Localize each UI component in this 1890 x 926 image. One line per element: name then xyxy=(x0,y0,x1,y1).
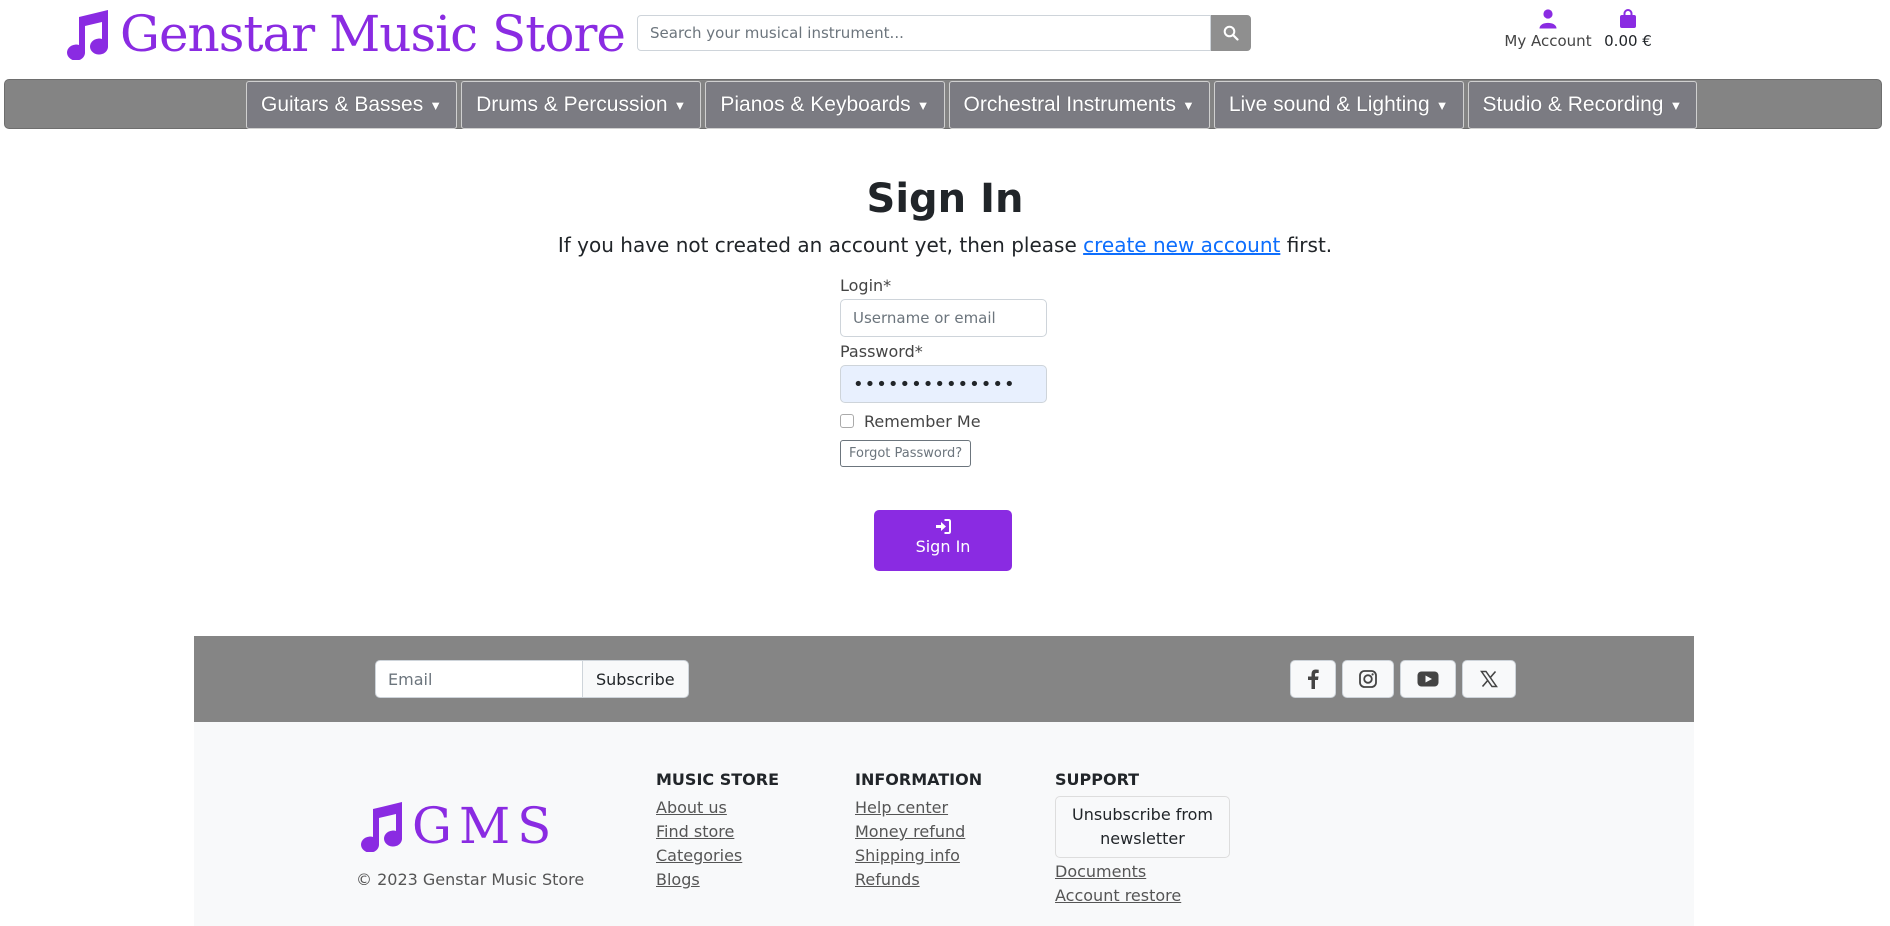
footer-heading: SUPPORT xyxy=(1055,770,1140,789)
caret-down-icon: ▼ xyxy=(673,97,687,113)
footer-col-support: SUPPORT Unsubscribe from newsletter Docu… xyxy=(1055,770,1230,908)
user-icon xyxy=(1539,9,1557,29)
caret-down-icon: ▼ xyxy=(916,97,930,113)
remember-me-checkbox[interactable] xyxy=(840,414,854,428)
login-label: Login* xyxy=(840,276,892,295)
subscribe-button[interactable]: Subscribe xyxy=(582,660,689,698)
footer-link-about-us[interactable]: About us xyxy=(656,796,779,820)
create-account-link[interactable]: create new account xyxy=(1083,233,1280,257)
nav-label: Live sound & Lighting xyxy=(1228,93,1430,116)
search-icon xyxy=(1223,25,1239,41)
caret-down-icon: ▼ xyxy=(1669,97,1683,113)
nav-orchestral-instruments[interactable]: Orchestral Instruments ▼ xyxy=(948,81,1210,129)
footer-link-help-center[interactable]: Help center xyxy=(855,796,982,820)
nav-label: Studio & Recording xyxy=(1482,93,1664,116)
music-note-icon xyxy=(361,802,403,852)
login-input[interactable] xyxy=(840,299,1047,337)
nav-label: Pianos & Keyboards xyxy=(720,93,911,116)
newsletter-form: Subscribe xyxy=(375,660,689,698)
caret-down-icon: ▼ xyxy=(429,97,443,113)
account-label: My Account xyxy=(1504,32,1592,50)
facebook-icon xyxy=(1308,669,1319,689)
footer-link-refunds[interactable]: Refunds xyxy=(855,868,982,892)
nav-studio-recording[interactable]: Studio & Recording ▼ xyxy=(1467,81,1698,129)
search-bar xyxy=(637,15,1251,51)
facebook-button[interactable] xyxy=(1290,660,1336,698)
nav-live-sound-lighting[interactable]: Live sound & Lighting ▼ xyxy=(1213,81,1464,129)
signin-subtitle: If you have not created an account yet, … xyxy=(0,233,1890,257)
footer-heading: MUSIC STORE xyxy=(656,770,779,789)
my-account-link[interactable]: My Account xyxy=(1503,9,1593,50)
search-button[interactable] xyxy=(1211,15,1251,51)
footer-link-find-store[interactable]: Find store xyxy=(656,820,779,844)
footer-link-shipping-info[interactable]: Shipping info xyxy=(855,844,982,868)
social-links xyxy=(1290,660,1516,698)
sign-in-label: Sign In xyxy=(915,537,971,556)
remember-me: Remember Me xyxy=(840,406,1050,436)
footer-link-categories[interactable]: Categories xyxy=(656,844,779,868)
forgot-password-button[interactable]: Forgot Password? xyxy=(840,440,972,467)
password-label: Password* xyxy=(840,342,923,361)
nav-pianos-keyboards[interactable]: Pianos & Keyboards ▼ xyxy=(705,81,945,129)
footer-link-money-refund[interactable]: Money refund xyxy=(855,820,982,844)
caret-down-icon: ▼ xyxy=(1435,97,1449,113)
footer-logo[interactable]: GMS xyxy=(356,797,558,855)
footer-link-blogs[interactable]: Blogs xyxy=(656,868,779,892)
newsletter-email-input[interactable] xyxy=(375,660,582,698)
nav-drums-percussion[interactable]: Drums & Percussion ▼ xyxy=(461,81,702,129)
youtube-icon xyxy=(1417,671,1439,687)
caret-down-icon: ▼ xyxy=(1181,97,1195,113)
remember-me-label: Remember Me xyxy=(864,411,981,431)
sign-in-icon xyxy=(936,519,951,534)
footer-link-documents[interactable]: Documents xyxy=(1055,860,1230,884)
category-menu: Guitars & Basses ▼ Drums & Percussion ▼ Pi… xyxy=(246,81,1698,129)
instagram-icon xyxy=(1359,670,1377,688)
unsubscribe-button[interactable]: Unsubscribe from newsletter xyxy=(1055,796,1230,858)
nav-label: Drums & Percussion xyxy=(476,93,668,116)
shopping-bag-icon xyxy=(1620,9,1636,28)
page-title: Sign In xyxy=(866,176,1024,222)
cart-link[interactable]: 0.00 € xyxy=(1603,9,1653,50)
footer-col-information: INFORMATION Help center Money refund Shi… xyxy=(855,770,982,892)
nav-guitars-basses[interactable]: Guitars & Basses ▼ xyxy=(246,81,458,129)
password-input[interactable] xyxy=(840,365,1047,403)
x-twitter-button[interactable] xyxy=(1462,660,1516,698)
instagram-button[interactable] xyxy=(1342,660,1394,698)
site-logo[interactable]: Genstar Music Store xyxy=(62,5,626,63)
footer-logo-text: GMS xyxy=(412,797,559,855)
nav-label: Orchestral Instruments xyxy=(963,93,1176,116)
footer-link-account-restore[interactable]: Account restore xyxy=(1055,884,1230,908)
music-note-icon xyxy=(67,10,109,60)
subtitle-text-before: If you have not created an account yet, … xyxy=(557,233,1084,257)
footer-heading: INFORMATION xyxy=(855,770,983,789)
nav-label: Guitars & Basses xyxy=(261,93,424,116)
subtitle-text-after: first. xyxy=(1280,233,1333,257)
footer-col-music-store: MUSIC STORE About us Find store Categori… xyxy=(656,770,779,892)
x-icon xyxy=(1480,670,1498,688)
signin-form: Login* Password* Remember Me Forgot Pass… xyxy=(840,276,1050,467)
search-input[interactable] xyxy=(637,15,1211,51)
logo-text: Genstar Music Store xyxy=(120,5,626,63)
copyright-text: © 2023 Genstar Music Store xyxy=(356,870,585,889)
youtube-button[interactable] xyxy=(1400,660,1456,698)
cart-total: 0.00 € xyxy=(1604,32,1652,50)
sign-in-button[interactable]: Sign In xyxy=(874,510,1012,571)
